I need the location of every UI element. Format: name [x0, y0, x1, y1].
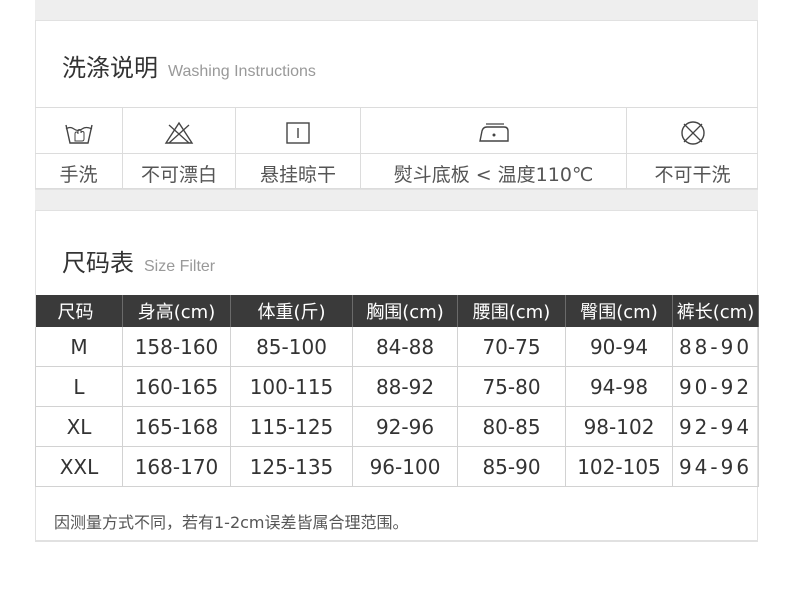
size-table: 尺码 身高(cm) 体重(斤) 胸围(cm) 腰围(cm) 臀围(cm) 裤长(…	[35, 295, 759, 487]
table-cell: 158-160	[122, 327, 231, 367]
size-title: 尺码表 Size Filter	[62, 243, 215, 277]
table-cell: 96-100	[352, 446, 458, 487]
table-cell: 98-102	[565, 406, 673, 447]
wash-item-hang-dry: 悬挂晾干	[236, 108, 361, 188]
wash-label: 熨斗底板 < 温度110℃	[393, 164, 594, 186]
header-cell: 臀围(cm)	[565, 295, 673, 327]
wash-item-hand-wash: 手洗	[35, 108, 123, 188]
table-cell: XL	[35, 406, 123, 447]
size-title-cn: 尺码表	[62, 249, 134, 277]
table-cell: 88-90	[672, 327, 759, 367]
table-cell: 160-165	[122, 366, 231, 407]
table-cell: XXL	[35, 446, 123, 487]
table-cell: 80-85	[457, 406, 566, 447]
table-cell: 102-105	[565, 446, 673, 487]
size-note: 因测量方式不同，若有1-2cm误差皆属合理范围。	[54, 513, 409, 532]
table-cell: 88-92	[352, 366, 458, 407]
header-cell: 尺码	[35, 295, 123, 327]
table-cell: 94-96	[672, 446, 759, 487]
washing-title: 洗涤说明 Washing Instructions	[62, 48, 316, 82]
table-row: XXL 168-170 125-135 96-100 85-90 102-105…	[35, 446, 759, 487]
no-dry-clean-icon	[627, 118, 758, 148]
no-bleach-icon	[123, 118, 235, 148]
wash-item-iron: 熨斗底板 < 温度110℃	[361, 108, 627, 188]
header-cell: 胸围(cm)	[352, 295, 458, 327]
middle-band	[35, 190, 758, 210]
wash-label: 悬挂晾干	[259, 164, 336, 186]
header-cell: 身高(cm)	[122, 295, 231, 327]
table-cell: 115-125	[230, 406, 353, 447]
iron-icon	[361, 118, 626, 148]
header-cell: 体重(斤)	[230, 295, 353, 327]
table-cell: 168-170	[122, 446, 231, 487]
table-row: M 158-160 85-100 84-88 70-75 90-94 88-90	[35, 327, 759, 367]
table-cell: M	[35, 327, 123, 367]
header-cell: 腰围(cm)	[457, 295, 566, 327]
table-cell: 70-75	[457, 327, 566, 367]
table-row: XL 165-168 115-125 92-96 80-85 98-102 92…	[35, 406, 759, 447]
top-band	[35, 0, 758, 20]
wash-label: 手洗	[59, 164, 98, 186]
wash-label: 不可漂白	[140, 164, 217, 186]
table-cell: 84-88	[352, 327, 458, 367]
wash-label: 不可干洗	[654, 164, 731, 186]
table-cell: 92-94	[672, 406, 759, 447]
table-cell: 90-92	[672, 366, 759, 407]
table-cell: L	[35, 366, 123, 407]
wash-item-no-bleach: 不可漂白	[123, 108, 236, 188]
table-cell: 85-100	[230, 327, 353, 367]
header-cell: 裤长(cm)	[672, 295, 759, 327]
wash-item-no-dry-clean: 不可干洗	[627, 108, 758, 188]
table-cell: 85-90	[457, 446, 566, 487]
table-cell: 165-168	[122, 406, 231, 447]
size-title-en: Size Filter	[144, 258, 216, 275]
washing-grid: 手洗 不可漂白 悬挂晾干 熨斗底板 < 温度110℃ 不可干洗	[35, 107, 758, 189]
table-cell: 75-80	[457, 366, 566, 407]
table-cell: 100-115	[230, 366, 353, 407]
size-table-header-row: 尺码 身高(cm) 体重(斤) 胸围(cm) 腰围(cm) 臀围(cm) 裤长(…	[35, 295, 759, 327]
washing-title-cn: 洗涤说明	[62, 54, 158, 82]
table-cell: 94-98	[565, 366, 673, 407]
table-cell: 125-135	[230, 446, 353, 487]
table-cell: 92-96	[352, 406, 458, 447]
hand-wash-icon	[35, 118, 122, 148]
table-row: L 160-165 100-115 88-92 75-80 94-98 90-9…	[35, 366, 759, 407]
washing-title-en: Washing Instructions	[168, 63, 316, 80]
size-note-row: 因测量方式不同，若有1-2cm误差皆属合理范围。	[35, 497, 758, 541]
table-cell: 90-94	[565, 327, 673, 367]
hang-dry-icon	[236, 118, 360, 148]
